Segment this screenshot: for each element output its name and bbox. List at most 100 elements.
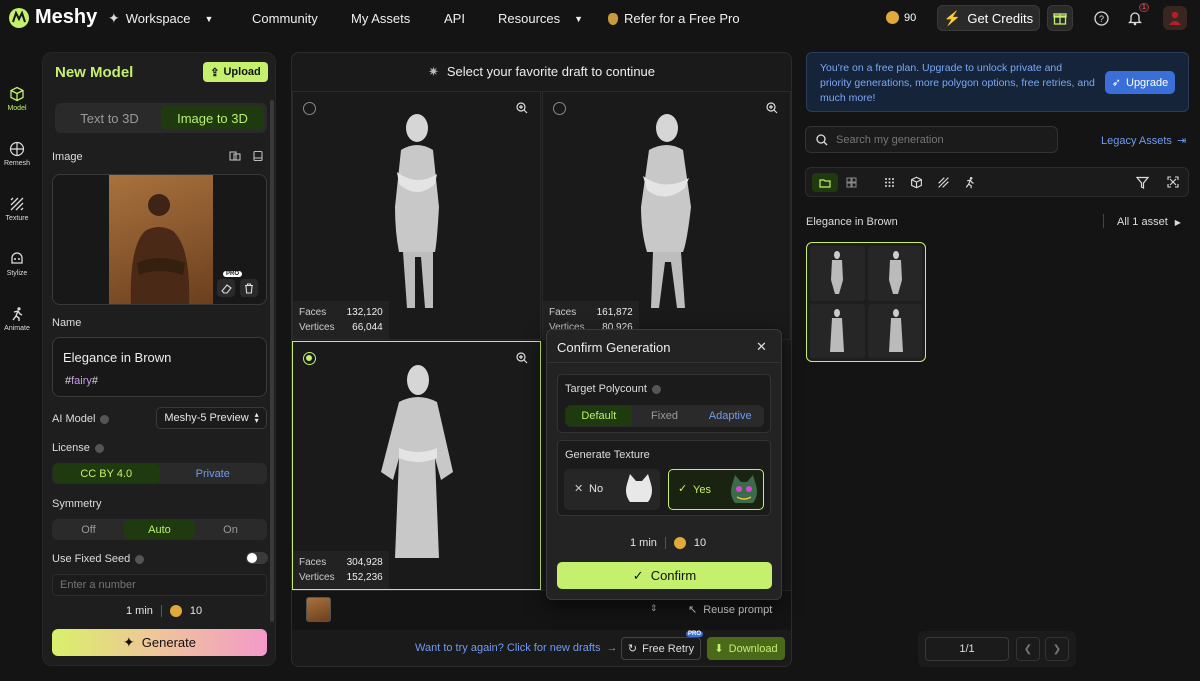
rail-remesh[interactable]: Remesh bbox=[0, 141, 34, 167]
image-mode-button[interactable] bbox=[252, 150, 264, 162]
seed-input[interactable] bbox=[52, 574, 267, 596]
next-page-button[interactable]: ❯ bbox=[1045, 637, 1069, 661]
erase-background-button[interactable] bbox=[217, 279, 235, 297]
meshy-logo[interactable]: Meshy bbox=[8, 6, 97, 29]
model-thumb bbox=[888, 251, 902, 295]
workspace-menu[interactable]: ✦ Workspace ▼ bbox=[108, 10, 213, 27]
symmetry-auto[interactable]: Auto bbox=[124, 520, 195, 539]
license-cc-by[interactable]: CC BY 4.0 bbox=[53, 464, 160, 483]
upload-button[interactable]: ⇪ Upload bbox=[203, 62, 268, 82]
ai-model-select[interactable]: Meshy-5 Preview ▴ ▾ bbox=[156, 407, 267, 429]
image-dropzone[interactable]: PRO bbox=[52, 174, 267, 305]
thumb-view bbox=[810, 303, 865, 358]
resources-menu[interactable]: Resources ▼ bbox=[498, 11, 583, 26]
help-button[interactable]: ? bbox=[1094, 11, 1109, 26]
money-bag-icon bbox=[608, 12, 618, 25]
info-icon[interactable] bbox=[94, 443, 104, 453]
nav-my-assets[interactable]: My Assets bbox=[351, 11, 410, 26]
texture-yes-option[interactable]: ✓ Yes bbox=[668, 469, 764, 510]
confirm-button[interactable]: ✓ Confirm bbox=[557, 562, 772, 589]
info-icon[interactable] bbox=[135, 554, 145, 564]
zoom-in-icon[interactable] bbox=[516, 102, 528, 114]
single-image-icon bbox=[253, 150, 263, 162]
zoom-in-icon[interactable] bbox=[766, 102, 778, 114]
reuse-prompt-label: Reuse prompt bbox=[703, 603, 773, 616]
all-assets-link[interactable]: All 1 asset ▶ bbox=[1117, 216, 1181, 228]
model-preview bbox=[395, 114, 439, 308]
license-private[interactable]: Private bbox=[160, 468, 267, 480]
rail-animate[interactable]: Animate bbox=[0, 306, 34, 332]
symmetry-on[interactable]: On bbox=[195, 524, 266, 536]
panel-title: New Model bbox=[55, 64, 134, 81]
close-icon[interactable]: ✕ bbox=[756, 339, 767, 355]
fixed-seed-toggle[interactable] bbox=[246, 552, 268, 564]
grid-view-button[interactable] bbox=[846, 177, 857, 188]
draft-radio[interactable] bbox=[303, 102, 316, 115]
polycount-adaptive[interactable]: Adaptive bbox=[697, 410, 763, 422]
filter-animate-button[interactable] bbox=[963, 176, 976, 189]
generate-button[interactable]: ✦ Generate bbox=[52, 629, 267, 656]
untextured-cat-icon bbox=[626, 474, 652, 502]
rail-texture[interactable]: Texture bbox=[0, 196, 34, 222]
free-retry-button[interactable]: ↻ Free Retry PRO bbox=[621, 631, 703, 660]
cost-value: 10 bbox=[693, 537, 707, 549]
info-icon[interactable] bbox=[651, 384, 661, 394]
image-compare-button[interactable] bbox=[229, 150, 241, 162]
draft-card[interactable]: Faces 161,872 Vertices 80,926 bbox=[542, 91, 791, 340]
expand-chevron-icon[interactable]: ⇕ bbox=[650, 603, 658, 614]
panel-scrollbar[interactable] bbox=[270, 100, 274, 622]
draft-radio-selected[interactable] bbox=[303, 352, 316, 365]
tab-text-to-3d[interactable]: Text to 3D bbox=[58, 111, 161, 126]
fullscreen-button[interactable] bbox=[1167, 176, 1179, 188]
polycount-fixed[interactable]: Fixed bbox=[632, 410, 698, 422]
draft-card[interactable]: Faces 132,120 Vertices 66,044 bbox=[292, 91, 541, 340]
credits-balance[interactable]: 90 bbox=[886, 11, 916, 24]
refer-link[interactable]: Refer for a Free Pro bbox=[608, 11, 740, 26]
get-credits-button[interactable]: ⚡ Get Credits bbox=[937, 5, 1040, 31]
drafts-header: ✷ Select your favorite draft to continue bbox=[292, 53, 791, 90]
folder-view-button[interactable] bbox=[812, 173, 838, 192]
zoom-in-icon[interactable] bbox=[516, 352, 528, 364]
resources-label: Resources bbox=[498, 11, 561, 26]
nav-community[interactable]: Community bbox=[252, 11, 318, 26]
gift-button[interactable] bbox=[1047, 5, 1073, 31]
pro-badge: PRO bbox=[223, 271, 243, 277]
draft-card-selected[interactable]: Faces 304,928 Vertices 152,236 bbox=[292, 341, 541, 590]
ai-model-label: AI Model bbox=[52, 413, 110, 425]
filter-button[interactable] bbox=[1136, 176, 1149, 189]
tag-chip[interactable]: #fairy# bbox=[65, 375, 98, 387]
delete-image-button[interactable] bbox=[240, 279, 258, 297]
reuse-prompt-button[interactable]: ↖ Reuse prompt bbox=[688, 603, 773, 617]
coin-icon bbox=[169, 605, 182, 617]
prev-page-button[interactable]: ❮ bbox=[1016, 637, 1040, 661]
polycount-default[interactable]: Default bbox=[566, 406, 632, 426]
new-drafts-link[interactable]: Want to try again? Click for new drafts … bbox=[415, 642, 617, 654]
download-button[interactable]: ⬇ Download bbox=[707, 637, 785, 660]
upgrade-button[interactable]: ➶ Upgrade bbox=[1105, 71, 1175, 94]
nav-api[interactable]: API bbox=[444, 11, 465, 26]
asset-thumbnail[interactable] bbox=[806, 242, 926, 362]
notifications-button[interactable]: 1 bbox=[1128, 3, 1149, 26]
legacy-assets-link[interactable]: Legacy Assets ⇥ bbox=[1101, 134, 1186, 148]
dialog-title: Confirm Generation bbox=[557, 340, 671, 355]
name-field[interactable]: Elegance in Brown #fairy# bbox=[52, 337, 267, 397]
filter-all-button[interactable] bbox=[884, 177, 895, 188]
upgrade-banner: You're on a free plan. Upgrade to unlock… bbox=[806, 52, 1189, 112]
page-indicator[interactable]: 1/1 bbox=[925, 637, 1009, 661]
avatar[interactable] bbox=[1163, 6, 1187, 30]
rail-stylize[interactable]: Stylize bbox=[0, 251, 34, 277]
time-estimate: 1 min bbox=[630, 537, 657, 549]
symmetry-off[interactable]: Off bbox=[53, 524, 124, 536]
rail-model[interactable]: Model bbox=[0, 86, 34, 112]
search-input[interactable] bbox=[836, 133, 1036, 146]
rail-label: Stylize bbox=[6, 270, 28, 277]
tab-image-to-3d[interactable]: Image to 3D bbox=[161, 106, 264, 130]
filter-texture-button[interactable] bbox=[937, 176, 950, 189]
info-icon[interactable] bbox=[100, 414, 110, 424]
filter-model-button[interactable] bbox=[910, 176, 923, 189]
draft-radio[interactable] bbox=[553, 102, 566, 115]
rail-label: Animate bbox=[4, 325, 30, 332]
prompt-image-thumb[interactable] bbox=[306, 597, 331, 622]
texture-no-option[interactable]: ✕ No bbox=[564, 469, 660, 510]
search-field[interactable] bbox=[805, 126, 1058, 153]
